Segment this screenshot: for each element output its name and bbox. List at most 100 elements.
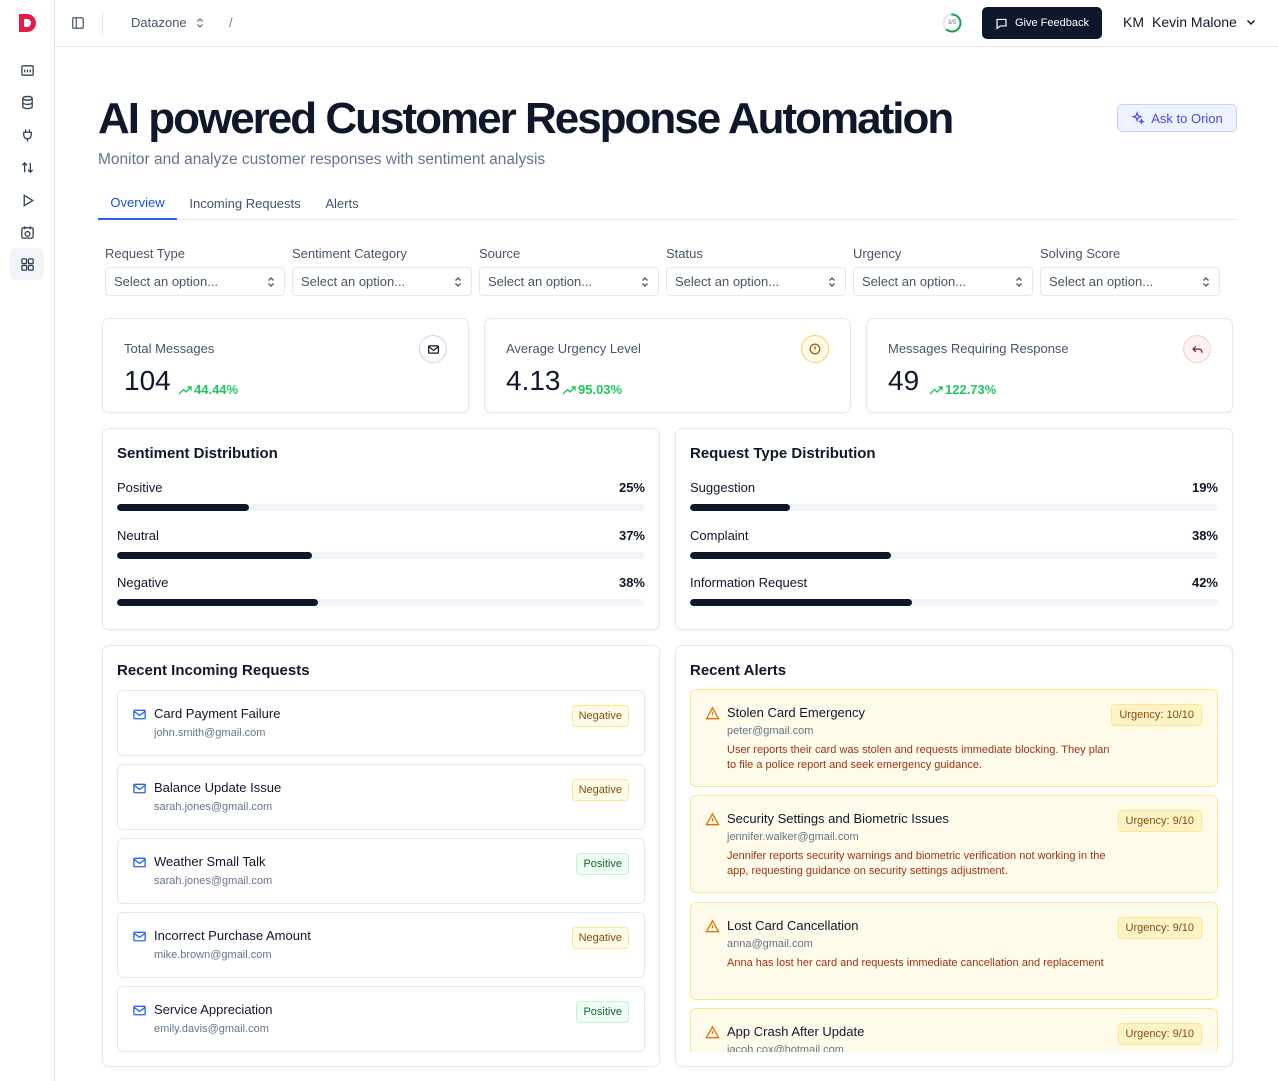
trending-up-icon — [929, 385, 943, 394]
warning-triangle-icon — [705, 919, 720, 933]
stat-icon-wrap — [1183, 335, 1211, 363]
stat-change: 95.03% — [562, 382, 622, 397]
progress-indicator[interactable]: 3/5 — [941, 12, 963, 34]
ask-orion-button[interactable]: Ask to Orion — [1117, 104, 1237, 132]
mail-icon — [133, 857, 146, 868]
urgency-badge: Urgency: 9/10 — [1117, 810, 1202, 832]
sidebar-item-schedule[interactable] — [10, 216, 44, 248]
bar-fill — [690, 552, 891, 559]
page-title: AI powered Customer Response Automation — [98, 94, 954, 143]
urgency-badge: Urgency: 9/10 — [1117, 1023, 1202, 1045]
request-item[interactable]: Weather Small Talk sarah.jones@gmail.com… — [117, 838, 645, 904]
alert-description: Anna has lost her card and requests imme… — [727, 957, 1104, 969]
workspace-selector[interactable]: Datazone — [131, 15, 205, 30]
dist-pct: 37% — [618, 528, 645, 543]
sidebar-item-apps[interactable] — [10, 248, 44, 280]
request-title: Weather Small Talk — [154, 854, 266, 869]
request-email: john.smith@gmail.com — [154, 727, 266, 739]
request-item[interactable]: Balance Update Issue sarah.jones@gmail.c… — [117, 764, 645, 830]
tab-alerts[interactable]: Alerts — [316, 186, 368, 220]
warning-triangle-icon — [705, 706, 720, 720]
urgency-badge: Urgency: 9/10 — [1117, 917, 1202, 939]
dist-pct: 25% — [618, 480, 645, 495]
mail-icon — [133, 783, 146, 794]
sidebar-item-transfers[interactable] — [10, 151, 44, 183]
message-square-icon — [996, 18, 1007, 30]
source-select[interactable]: Select an option... — [479, 267, 659, 296]
mail-icon — [133, 1005, 146, 1016]
stat-label: Average Urgency Level — [506, 341, 641, 356]
ask-orion-label: Ask to Orion — [1151, 110, 1223, 126]
alerts-scroll-area[interactable]: Stolen Card Emergency peter@gmail.com Us… — [690, 689, 1218, 1052]
sentiment-category-select[interactable]: Select an option... — [292, 267, 472, 296]
alert-title: Stolen Card Emergency — [727, 705, 866, 720]
stat-label: Messages Requiring Response — [888, 341, 1069, 356]
alert-item[interactable]: Security Settings and Biometric Issues j… — [690, 795, 1218, 893]
request-title: Balance Update Issue — [154, 780, 282, 795]
sidebar-item-run[interactable] — [10, 184, 44, 216]
stat-icon-wrap — [419, 335, 447, 363]
request-title: Card Payment Failure — [154, 706, 281, 721]
give-feedback-button[interactable]: Give Feedback — [982, 7, 1102, 39]
app-logo-icon[interactable] — [16, 12, 38, 34]
filter-label: Request Type — [105, 246, 185, 261]
select-placeholder: Select an option... — [301, 274, 406, 289]
stat-change-value: 44.44% — [194, 382, 239, 397]
request-item[interactable]: Card Payment Failure john.smith@gmail.co… — [117, 690, 645, 756]
dist-row-suggestion: Suggestion 19% — [690, 480, 1218, 520]
sentiment-badge: Negative — [571, 927, 629, 949]
request-type-select[interactable]: Select an option... — [105, 267, 285, 296]
panel-left-icon — [72, 17, 84, 29]
urgency-select[interactable]: Select an option... — [853, 267, 1033, 296]
sidebar-item-integrations[interactable] — [10, 119, 44, 151]
chevron-up-down-icon — [455, 276, 461, 287]
progress-text: 3/5 — [947, 20, 957, 26]
stat-value: 104 — [124, 365, 171, 396]
plug-icon — [22, 128, 32, 142]
trending-up-icon — [562, 385, 576, 394]
sidebar-toggle-button[interactable] — [69, 14, 87, 32]
stat-change: 122.73% — [929, 382, 996, 397]
mail-icon — [133, 709, 146, 720]
bar-track — [117, 552, 645, 559]
bar-fill — [117, 552, 313, 559]
tab-overview[interactable]: Overview — [98, 186, 177, 220]
filter-label: Solving Score — [1040, 246, 1121, 261]
user-menu[interactable]: KM Kevin Malone — [1123, 14, 1257, 30]
solving-score-select[interactable]: Select an option... — [1040, 267, 1220, 296]
alert-item[interactable]: App Crash After Update jacob.cox@hotmail… — [690, 1008, 1218, 1052]
play-icon — [23, 193, 34, 207]
sidebar-item-database[interactable] — [10, 86, 44, 118]
alert-description: Jennifer reports security warnings and b… — [727, 850, 1106, 877]
select-placeholder: Select an option... — [862, 274, 967, 289]
status-select[interactable]: Select an option... — [666, 267, 846, 296]
stat-change: 44.44% — [178, 382, 238, 397]
page-subtitle: Monitor and analyze customer responses w… — [98, 151, 546, 168]
stat-value: 4.13 — [506, 365, 561, 396]
bar-track — [690, 504, 1218, 511]
tab-label: Incoming Requests — [189, 195, 301, 211]
stat-change-value: 95.03% — [578, 382, 623, 397]
sentiment-badge: Negative — [571, 779, 629, 801]
filter-status: Status Select an option... — [666, 246, 846, 296]
request-item[interactable]: Incorrect Purchase Amount mike.brown@gma… — [117, 912, 645, 978]
trending-up-icon — [178, 385, 192, 394]
tab-incoming-requests[interactable]: Incoming Requests — [182, 186, 308, 220]
sidebar-item-folders[interactable] — [10, 54, 44, 86]
request-item[interactable]: Service Appreciation emily.davis@gmail.c… — [117, 986, 645, 1052]
sentiment-badge: Positive — [576, 853, 629, 875]
reply-icon — [1191, 345, 1203, 353]
dist-row-neutral: Neutral 37% — [117, 528, 645, 568]
dist-pct: 38% — [1191, 528, 1218, 543]
card-title: Recent Incoming Requests — [117, 662, 310, 679]
alert-item[interactable]: Lost Card Cancellation anna@gmail.com An… — [690, 902, 1218, 1000]
sparkles-icon — [1131, 111, 1145, 125]
alert-item[interactable]: Stolen Card Emergency peter@gmail.com Us… — [690, 689, 1218, 787]
mail-icon — [133, 931, 146, 942]
warning-triangle-icon — [705, 1025, 720, 1039]
tab-label: Alerts — [325, 195, 359, 211]
request-title: Service Appreciation — [154, 1002, 273, 1017]
database-icon — [21, 95, 33, 109]
filter-label: Source — [479, 246, 521, 261]
sentiment-badge: Positive — [576, 1001, 629, 1023]
